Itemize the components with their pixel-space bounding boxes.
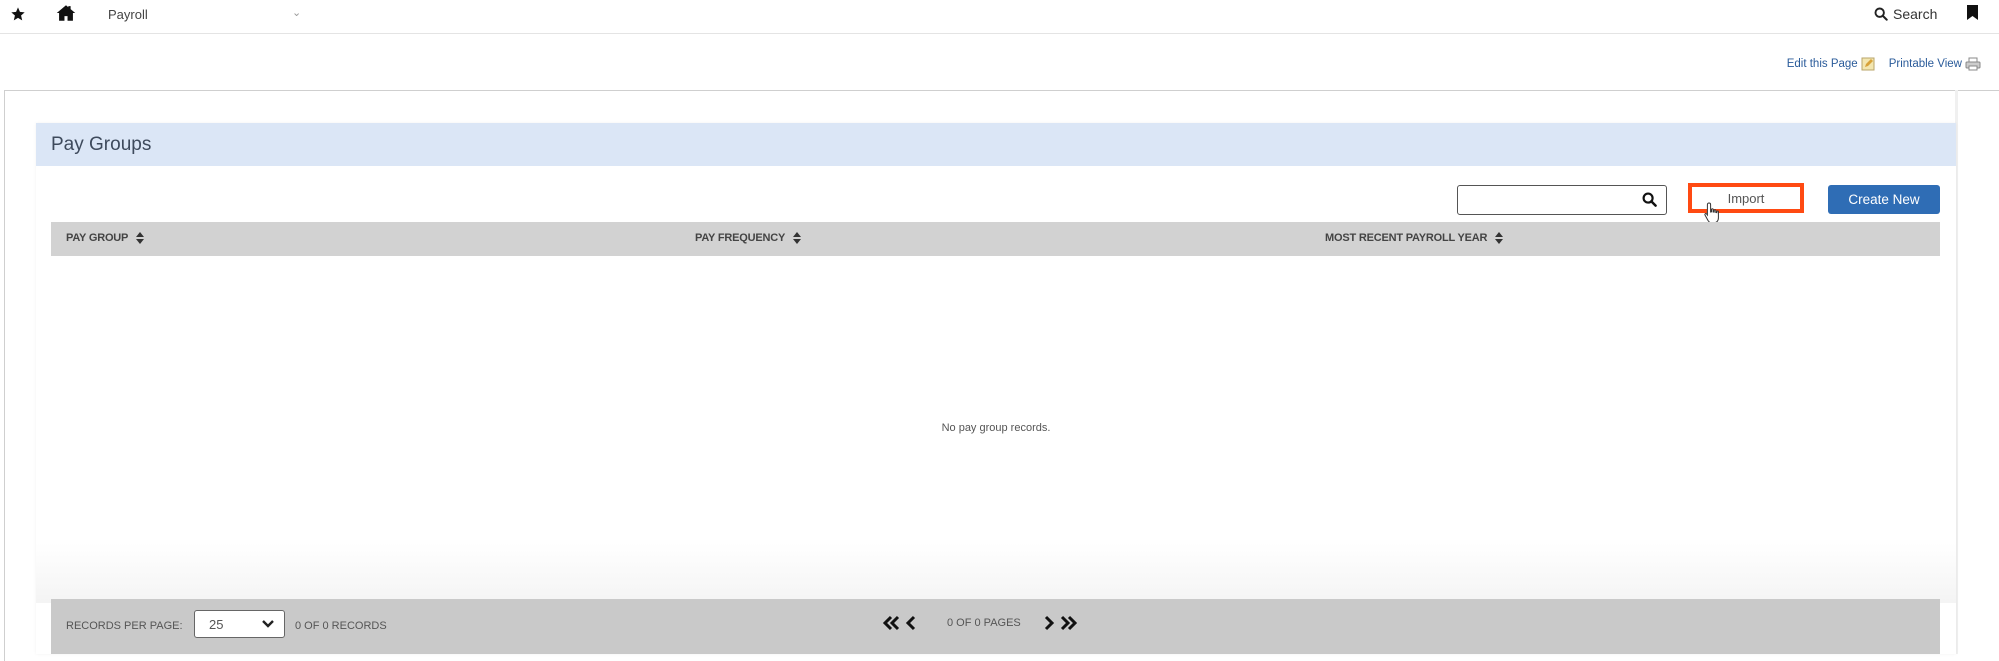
sort-icon xyxy=(136,232,145,244)
edit-icon xyxy=(1861,57,1875,71)
table-search[interactable] xyxy=(1457,185,1667,215)
next-page-icon[interactable] xyxy=(1043,615,1055,631)
chevron-down-icon xyxy=(262,620,274,628)
sort-icon xyxy=(1495,232,1504,244)
sort-icon xyxy=(793,232,802,244)
search-label: Search xyxy=(1893,6,1938,22)
printable-view-label: Printable View xyxy=(1888,58,1962,70)
search-icon[interactable] xyxy=(1642,192,1657,207)
printable-view-link[interactable]: Printable View xyxy=(1889,57,1981,71)
pay-groups-panel: Pay Groups Import Create New PAY GROUP P… xyxy=(36,123,1956,654)
printer-icon xyxy=(1965,57,1981,71)
records-per-page-label: RECORDS PER PAGE: xyxy=(66,620,183,632)
last-page-icon[interactable] xyxy=(1059,615,1077,631)
import-button[interactable]: Import xyxy=(1688,183,1804,213)
module-name[interactable]: Payroll xyxy=(108,7,148,22)
search-icon xyxy=(1874,7,1888,21)
top-nav-bar: Payroll ⌄ Search xyxy=(0,0,1999,34)
column-label: MOST RECENT PAYROLL YEAR xyxy=(1325,232,1488,244)
edit-page-link[interactable]: Edit this Page xyxy=(1787,57,1875,71)
table-body-fade xyxy=(36,543,1956,603)
records-count: 0 OF 0 RECORDS xyxy=(295,620,387,632)
home-icon[interactable] xyxy=(56,4,76,22)
star-icon[interactable] xyxy=(10,6,26,22)
previous-page-icon[interactable] xyxy=(905,615,917,631)
table-header: PAY GROUP PAY FREQUENCY MOST RECENT PAYR… xyxy=(51,222,1940,256)
pagination: 0 OF 0 PAGES xyxy=(883,615,1077,631)
import-label: Import xyxy=(1727,190,1765,206)
global-search-button[interactable]: Search xyxy=(1874,6,1937,22)
pages-count: 0 OF 0 PAGES xyxy=(947,617,1021,629)
edit-page-label: Edit this Page xyxy=(1786,58,1858,70)
records-per-page-select[interactable]: 25 xyxy=(194,610,285,638)
page-tools: Edit this Page Printable View xyxy=(1787,57,1981,71)
bookmark-icon[interactable] xyxy=(1967,5,1978,20)
column-label: PAY GROUP xyxy=(66,232,129,244)
create-new-label: Create New xyxy=(1848,192,1920,207)
column-label: PAY FREQUENCY xyxy=(695,232,786,244)
column-header-most-recent-payroll-year[interactable]: MOST RECENT PAYROLL YEAR xyxy=(1325,232,1504,244)
table-search-input[interactable] xyxy=(1464,188,1638,214)
column-header-pay-group[interactable]: PAY GROUP xyxy=(66,232,145,244)
create-new-button[interactable]: Create New xyxy=(1828,185,1940,214)
first-page-icon[interactable] xyxy=(883,615,901,631)
empty-table-message: No pay group records. xyxy=(941,422,1051,434)
panel-header: Pay Groups xyxy=(36,123,1956,166)
records-per-page-value: 25 xyxy=(209,617,224,632)
page-title: Pay Groups xyxy=(51,134,152,155)
column-header-pay-frequency[interactable]: PAY FREQUENCY xyxy=(695,232,802,244)
table-footer: RECORDS PER PAGE: 25 0 OF 0 RECORDS 0 OF… xyxy=(51,599,1940,654)
chevron-down-icon[interactable]: ⌄ xyxy=(292,6,301,19)
